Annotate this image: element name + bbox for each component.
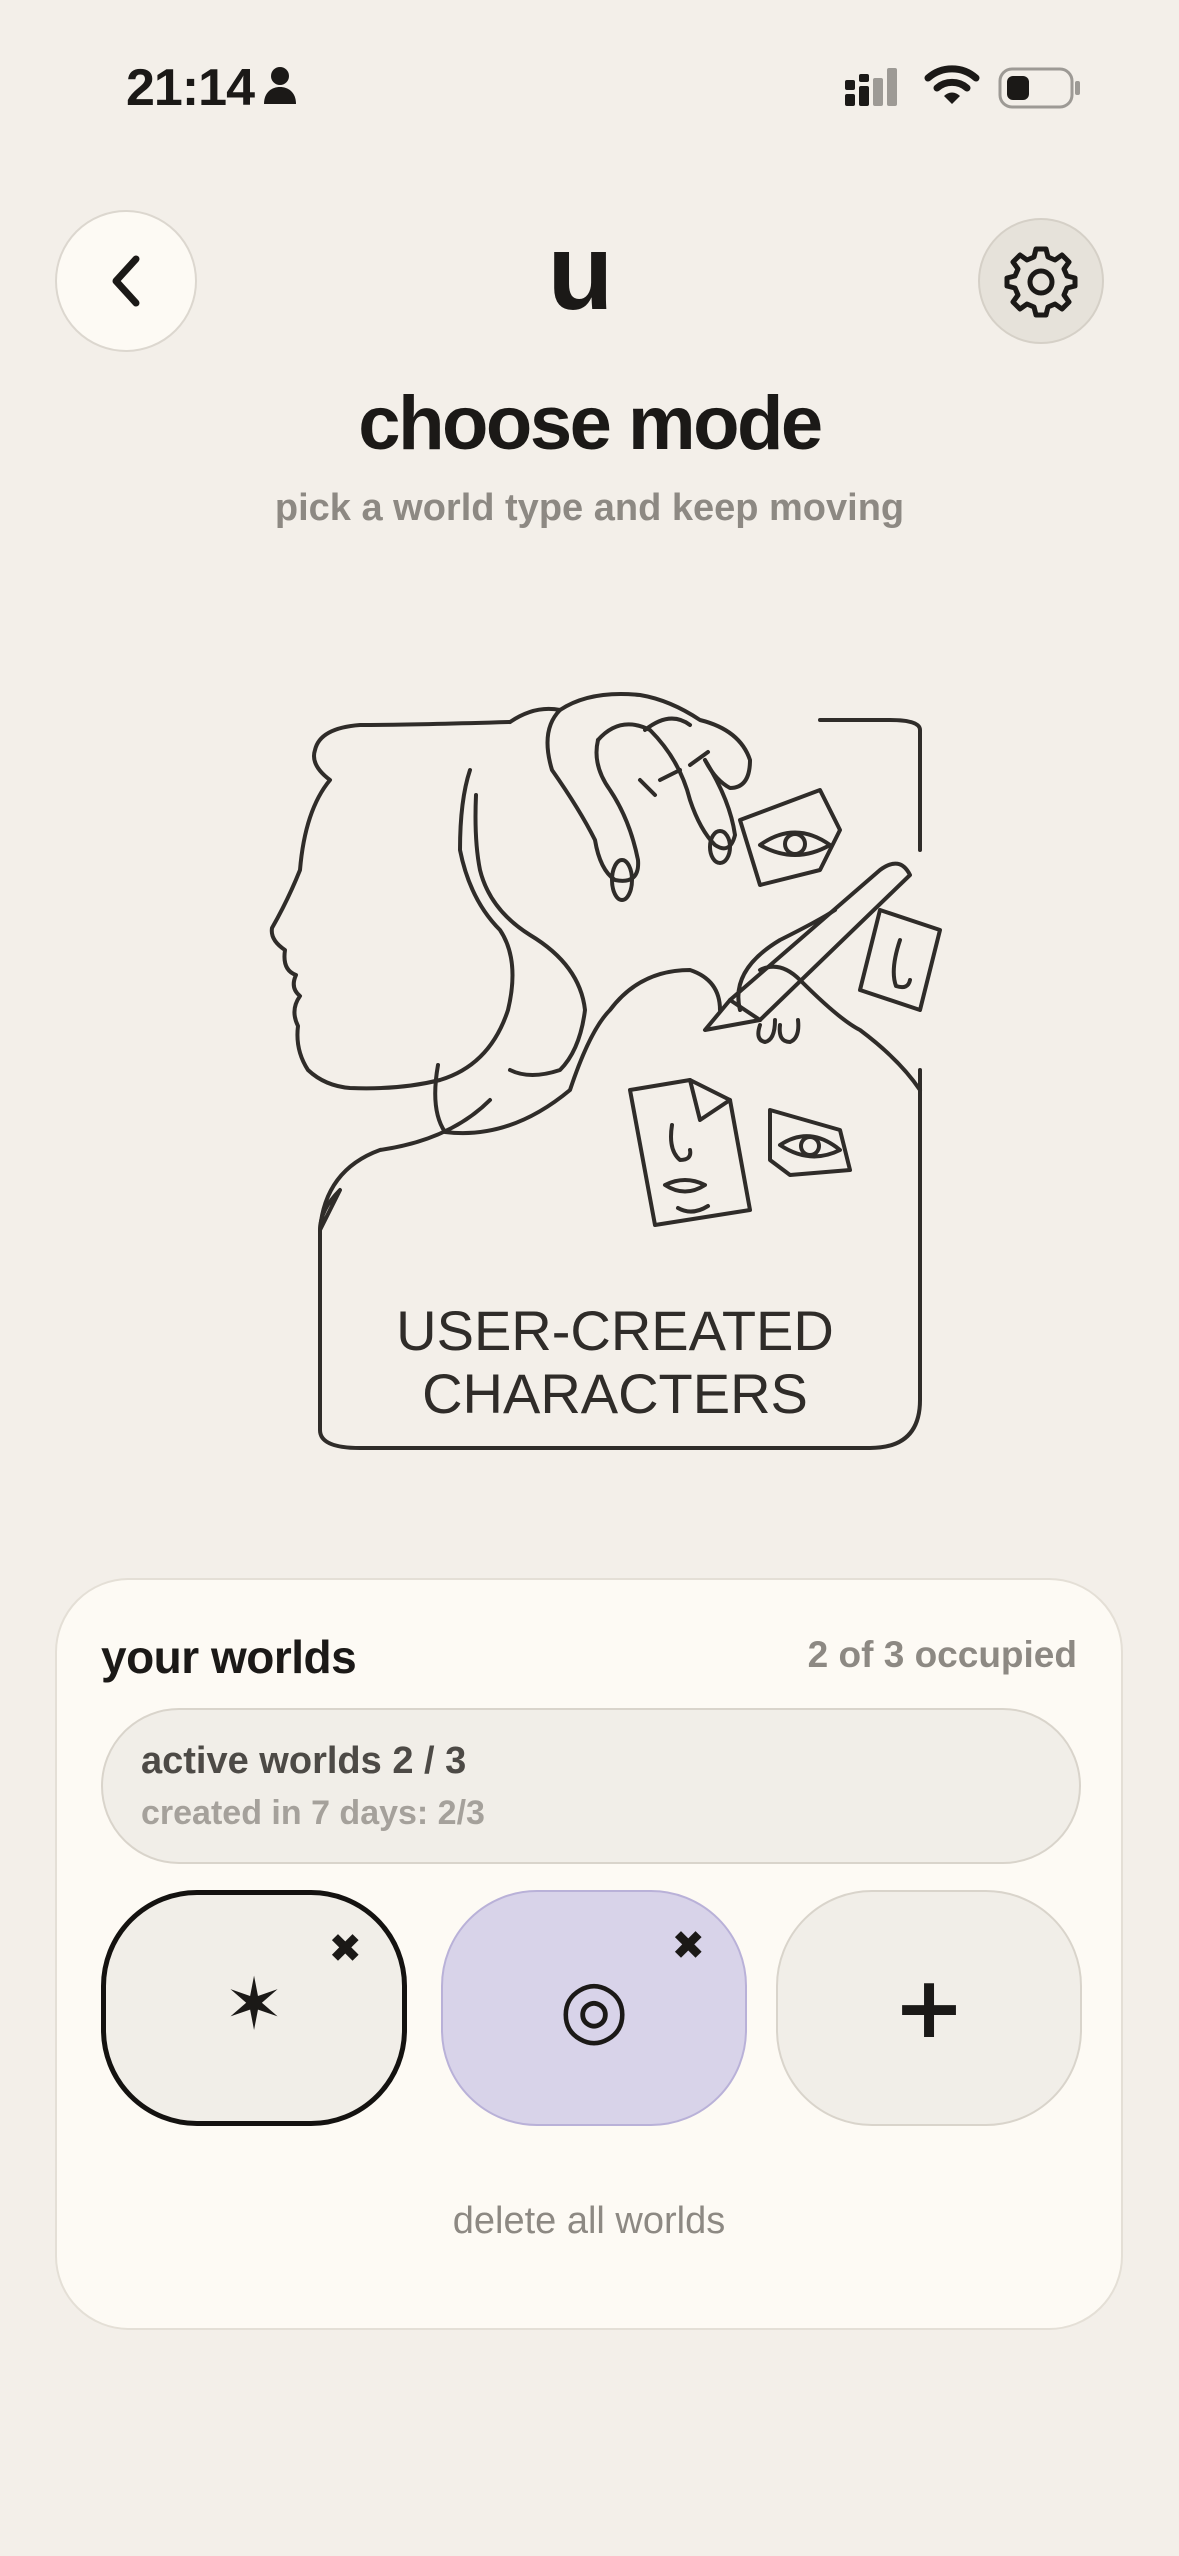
world-slot-1[interactable]: ✶ ✖ <box>101 1890 407 2126</box>
cellular-signal-icon <box>845 68 897 106</box>
plus-icon: + <box>892 1958 966 2058</box>
worlds-card: your worlds 2 of 3 occupied active world… <box>55 1578 1123 2330</box>
back-button[interactable] <box>55 210 197 352</box>
user-created-characters-illustration[interactable]: USER-CREATED CHARACTERS <box>260 670 980 1460</box>
worlds-title: your worlds <box>101 1631 357 1683</box>
world-slot-2[interactable]: ◎ ✖ <box>441 1890 747 2126</box>
active-worlds-title: active worlds 2 / 3 <box>141 1740 467 1782</box>
page-title: choose mode <box>358 381 823 466</box>
close-icon[interactable]: ✖ <box>671 1926 705 1966</box>
chevron-left-icon <box>112 255 140 307</box>
wifi-icon <box>924 65 980 104</box>
settings-button[interactable] <box>978 218 1104 344</box>
page-subtitle: pick a world type and keep moving <box>274 487 905 529</box>
illustration-caption-line-2: CHARACTERS <box>422 1362 808 1425</box>
target-icon: ◎ <box>559 1961 629 2055</box>
battery-icon <box>998 67 1080 109</box>
worlds-occupied-count: 2 of 3 occupied <box>807 1634 1077 1675</box>
app-logo: u <box>547 211 614 332</box>
person-icon <box>264 67 296 104</box>
close-icon[interactable]: ✖ <box>328 1929 362 1969</box>
illustration-caption-line-1: USER-CREATED <box>396 1299 834 1362</box>
gear-icon <box>1004 246 1078 318</box>
star-icon: ✶ <box>223 1962 285 2046</box>
add-world-button[interactable]: + <box>776 1890 1082 2126</box>
active-worlds-summary: active worlds 2 / 3 created in 7 days: 2… <box>101 1708 1081 1864</box>
active-worlds-subtitle: created in 7 days: 2/3 <box>141 1794 485 1832</box>
delete-all-worlds-button[interactable]: delete all worlds <box>57 2200 1121 2243</box>
status-time: 21:14 <box>126 59 255 117</box>
